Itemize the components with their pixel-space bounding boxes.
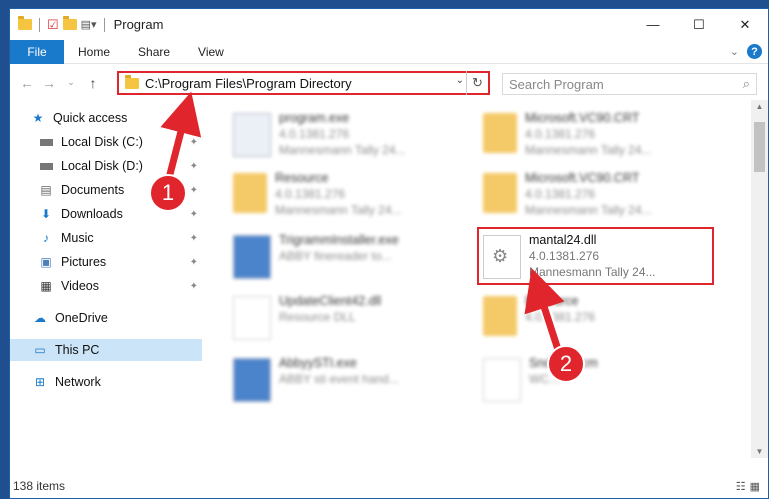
step-badge-2: 2 xyxy=(547,345,585,383)
step-badge-1: 1 xyxy=(149,174,187,212)
arrow-1 xyxy=(160,91,202,183)
annotation-arrows xyxy=(160,91,568,368)
